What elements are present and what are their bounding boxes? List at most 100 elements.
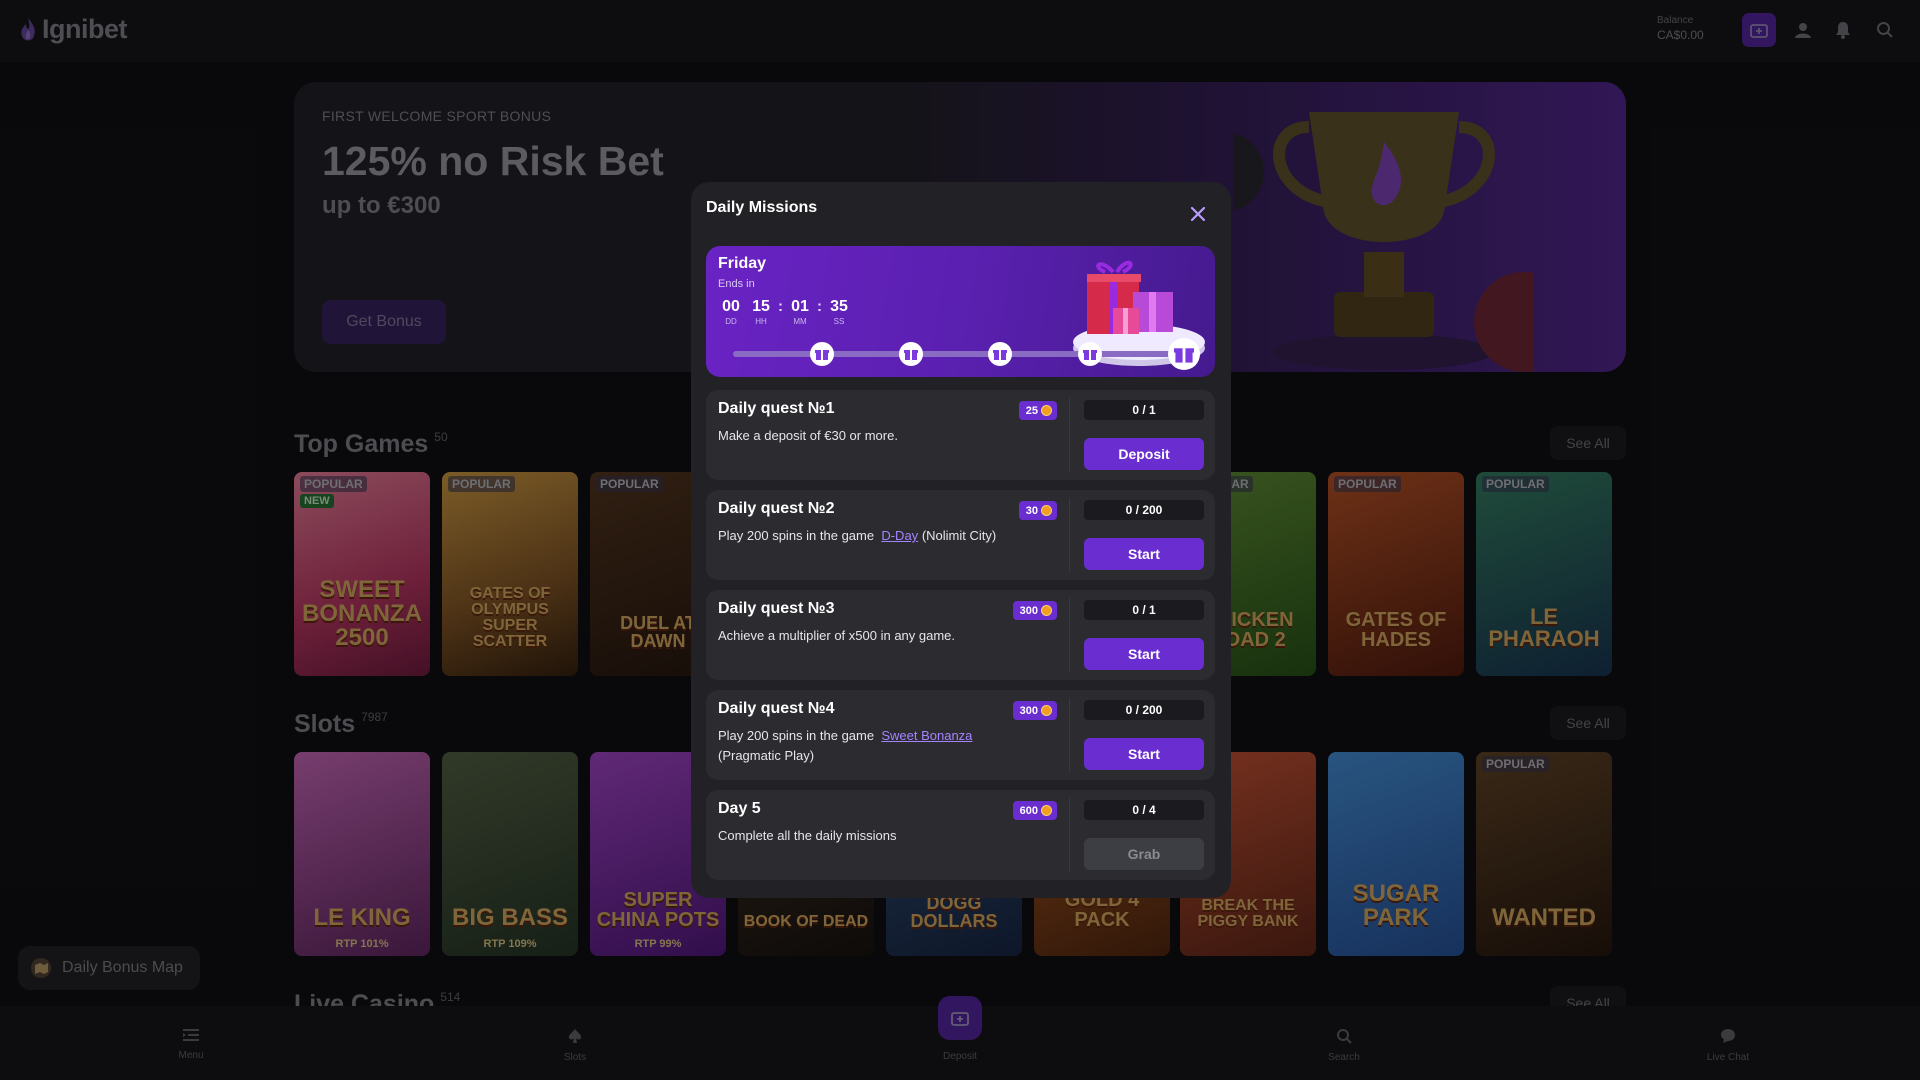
- close-icon: [1191, 207, 1205, 221]
- close-button[interactable]: [1186, 202, 1210, 226]
- game-tile[interactable]: POPULAR NEW SWEET BONANZA 2500: [294, 472, 430, 676]
- game-tile[interactable]: POPULAR WANTED: [1476, 752, 1612, 956]
- popular-badge: POPULAR: [300, 476, 367, 492]
- quest-progress: 0 / 200: [1084, 500, 1204, 520]
- quest-card-2: Daily quest №2 30 Play 200 spins in the …: [706, 490, 1215, 580]
- quest-reward-value: 600: [1019, 804, 1038, 817]
- brand-name: Ignibet: [42, 14, 128, 44]
- slots-see-all-button[interactable]: See All: [1550, 706, 1626, 740]
- get-bonus-button[interactable]: Get Bonus: [322, 300, 446, 344]
- quest-divider: [1069, 798, 1070, 872]
- nav-menu[interactable]: Menu: [131, 1028, 251, 1061]
- quest-description: Achieve a multiplier of x500 in any game…: [718, 628, 956, 643]
- countdown-timer: 00 DD 15 HH : 01 MM : 35 SS: [718, 298, 852, 326]
- start-button[interactable]: Start: [1084, 538, 1204, 570]
- game-title: DOGG DOLLARS: [910, 893, 998, 931]
- section-title-top-games: Top Games 50: [294, 430, 448, 459]
- quest-reward-value: 30: [1025, 504, 1038, 517]
- quest-divider: [1069, 498, 1070, 572]
- gift-icon: [904, 350, 918, 360]
- game-tile[interactable]: POPULAR GATES OF HADES: [1328, 472, 1464, 676]
- daily-progress-card: Friday Ends in 00 DD 15 HH : 01 MM : 35 …: [706, 246, 1215, 377]
- modal-title: Daily Missions: [706, 199, 818, 216]
- search-icon: [1337, 1029, 1352, 1044]
- timer-seconds: 35 SS: [826, 298, 852, 326]
- quest-description: Play 200 spins in the game Sweet Bonanza…: [718, 726, 998, 766]
- nav-live-chat[interactable]: Live Chat: [1668, 1028, 1788, 1063]
- quest-description: Make a deposit of €30 or more.: [718, 428, 898, 443]
- timer-days-label: DD: [725, 317, 737, 326]
- gift-icon: [993, 350, 1007, 360]
- banner-subtitle: up to €300: [322, 192, 441, 219]
- game-link-sweet-bonanza[interactable]: Sweet Bonanza: [881, 728, 972, 743]
- start-button[interactable]: Start: [1084, 738, 1204, 770]
- wallet-plus-icon: [1750, 24, 1768, 38]
- nav-search[interactable]: Search: [1284, 1028, 1404, 1063]
- game-title: BREAK THE PIGGY BANK: [1197, 897, 1299, 930]
- timer-hours: 15 HH: [748, 298, 774, 326]
- quest-title: Daily quest №3: [718, 600, 835, 617]
- quest-description: Play 200 spins in the game D-Day (Nolimi…: [718, 526, 998, 546]
- timer-minutes-value: 01: [791, 298, 809, 315]
- section-title-slots: Slots 7987: [294, 710, 388, 739]
- quest-card-3: Daily quest №3 300 Achieve a multiplier …: [706, 590, 1215, 680]
- quest-title: Daily quest №4: [718, 700, 835, 717]
- balance-display[interactable]: Balance CA$0.00: [1657, 15, 1704, 42]
- notifications-button[interactable]: [1826, 13, 1860, 47]
- game-tile[interactable]: LE KING RTP 101%: [294, 752, 430, 956]
- new-badge: NEW: [300, 494, 334, 508]
- brand-logo[interactable]: Ignibet: [18, 14, 128, 45]
- popular-badge: POPULAR: [1482, 756, 1549, 772]
- top-header: Ignibet Balance CA$0.00: [0, 0, 1920, 62]
- coin-icon: [1041, 405, 1052, 416]
- nav-deposit-label: Deposit: [943, 1051, 977, 1062]
- coin-icon: [1041, 505, 1052, 516]
- banner-title: 125% no Risk Bet: [322, 138, 664, 184]
- nav-slots[interactable]: Slots: [515, 1028, 635, 1063]
- quest-description-provider: (Nolimit City): [921, 528, 997, 543]
- map-icon: [31, 958, 51, 978]
- quest-title: Daily quest №2: [718, 500, 835, 517]
- nav-live-chat-label: Live Chat: [1706, 1052, 1750, 1063]
- game-title: WANTED: [1492, 904, 1596, 931]
- timer-minutes-label: MM: [793, 317, 807, 326]
- game-link-d-day[interactable]: D-Day: [881, 528, 918, 543]
- game-title: SWEET BONANZA 2500: [302, 576, 422, 651]
- nav-deposit-button[interactable]: [938, 996, 982, 1040]
- quest-divider: [1069, 698, 1070, 772]
- quest-card-day-5: Day 5 600 Complete all the daily mission…: [706, 790, 1215, 880]
- game-tile[interactable]: POPULAR LE PHARAOH: [1476, 472, 1612, 676]
- timer-hours-value: 15: [752, 298, 770, 315]
- quest-divider: [1069, 598, 1070, 672]
- banner-kicker: FIRST WELCOME SPORT BONUS: [322, 108, 552, 124]
- search-button[interactable]: [1868, 13, 1902, 47]
- quest-card-1: Daily quest №1 25 Make a deposit of €30 …: [706, 390, 1215, 480]
- daily-bonus-map-button[interactable]: Daily Bonus Map: [18, 946, 200, 990]
- start-button[interactable]: Start: [1084, 638, 1204, 670]
- quest-reward-badge: 25: [1018, 401, 1057, 420]
- timer-seconds-label: SS: [833, 317, 845, 326]
- daily-missions-modal: Daily Missions Friday Ends in 00 DD 15 H…: [691, 182, 1231, 898]
- quest-description-text: Play 200 spins in the game: [718, 528, 875, 543]
- game-title: LE PHARAOH: [1488, 604, 1600, 651]
- timer-days: 00 DD: [718, 298, 744, 326]
- top-games-see-all-button[interactable]: See All: [1550, 426, 1626, 460]
- chat-icon: [1721, 1029, 1735, 1043]
- game-tile[interactable]: BIG BASS RTP 109%: [442, 752, 578, 956]
- balance-value: CA$0.00: [1657, 28, 1704, 42]
- gift-icon: [815, 350, 829, 360]
- rtp-label: RTP 99%: [634, 938, 682, 950]
- game-tile[interactable]: SUGAR PARK: [1328, 752, 1464, 956]
- game-tile[interactable]: POPULAR GATES OF OLYMPUS SUPER SCATTER: [442, 472, 578, 676]
- header-deposit-button[interactable]: [1742, 13, 1776, 47]
- balance-label: Balance: [1657, 15, 1694, 26]
- gift-icon: [1174, 348, 1194, 363]
- quest-progress: 0 / 1: [1084, 400, 1204, 420]
- popular-badge: POPULAR: [448, 476, 515, 492]
- grab-button[interactable]: Grab: [1084, 838, 1204, 870]
- timer-separator: :: [778, 298, 783, 315]
- milestone-gift-4: [1078, 342, 1102, 366]
- profile-button[interactable]: [1786, 13, 1820, 47]
- deposit-button[interactable]: Deposit: [1084, 438, 1204, 470]
- quest-reward-badge: 600: [1012, 801, 1057, 820]
